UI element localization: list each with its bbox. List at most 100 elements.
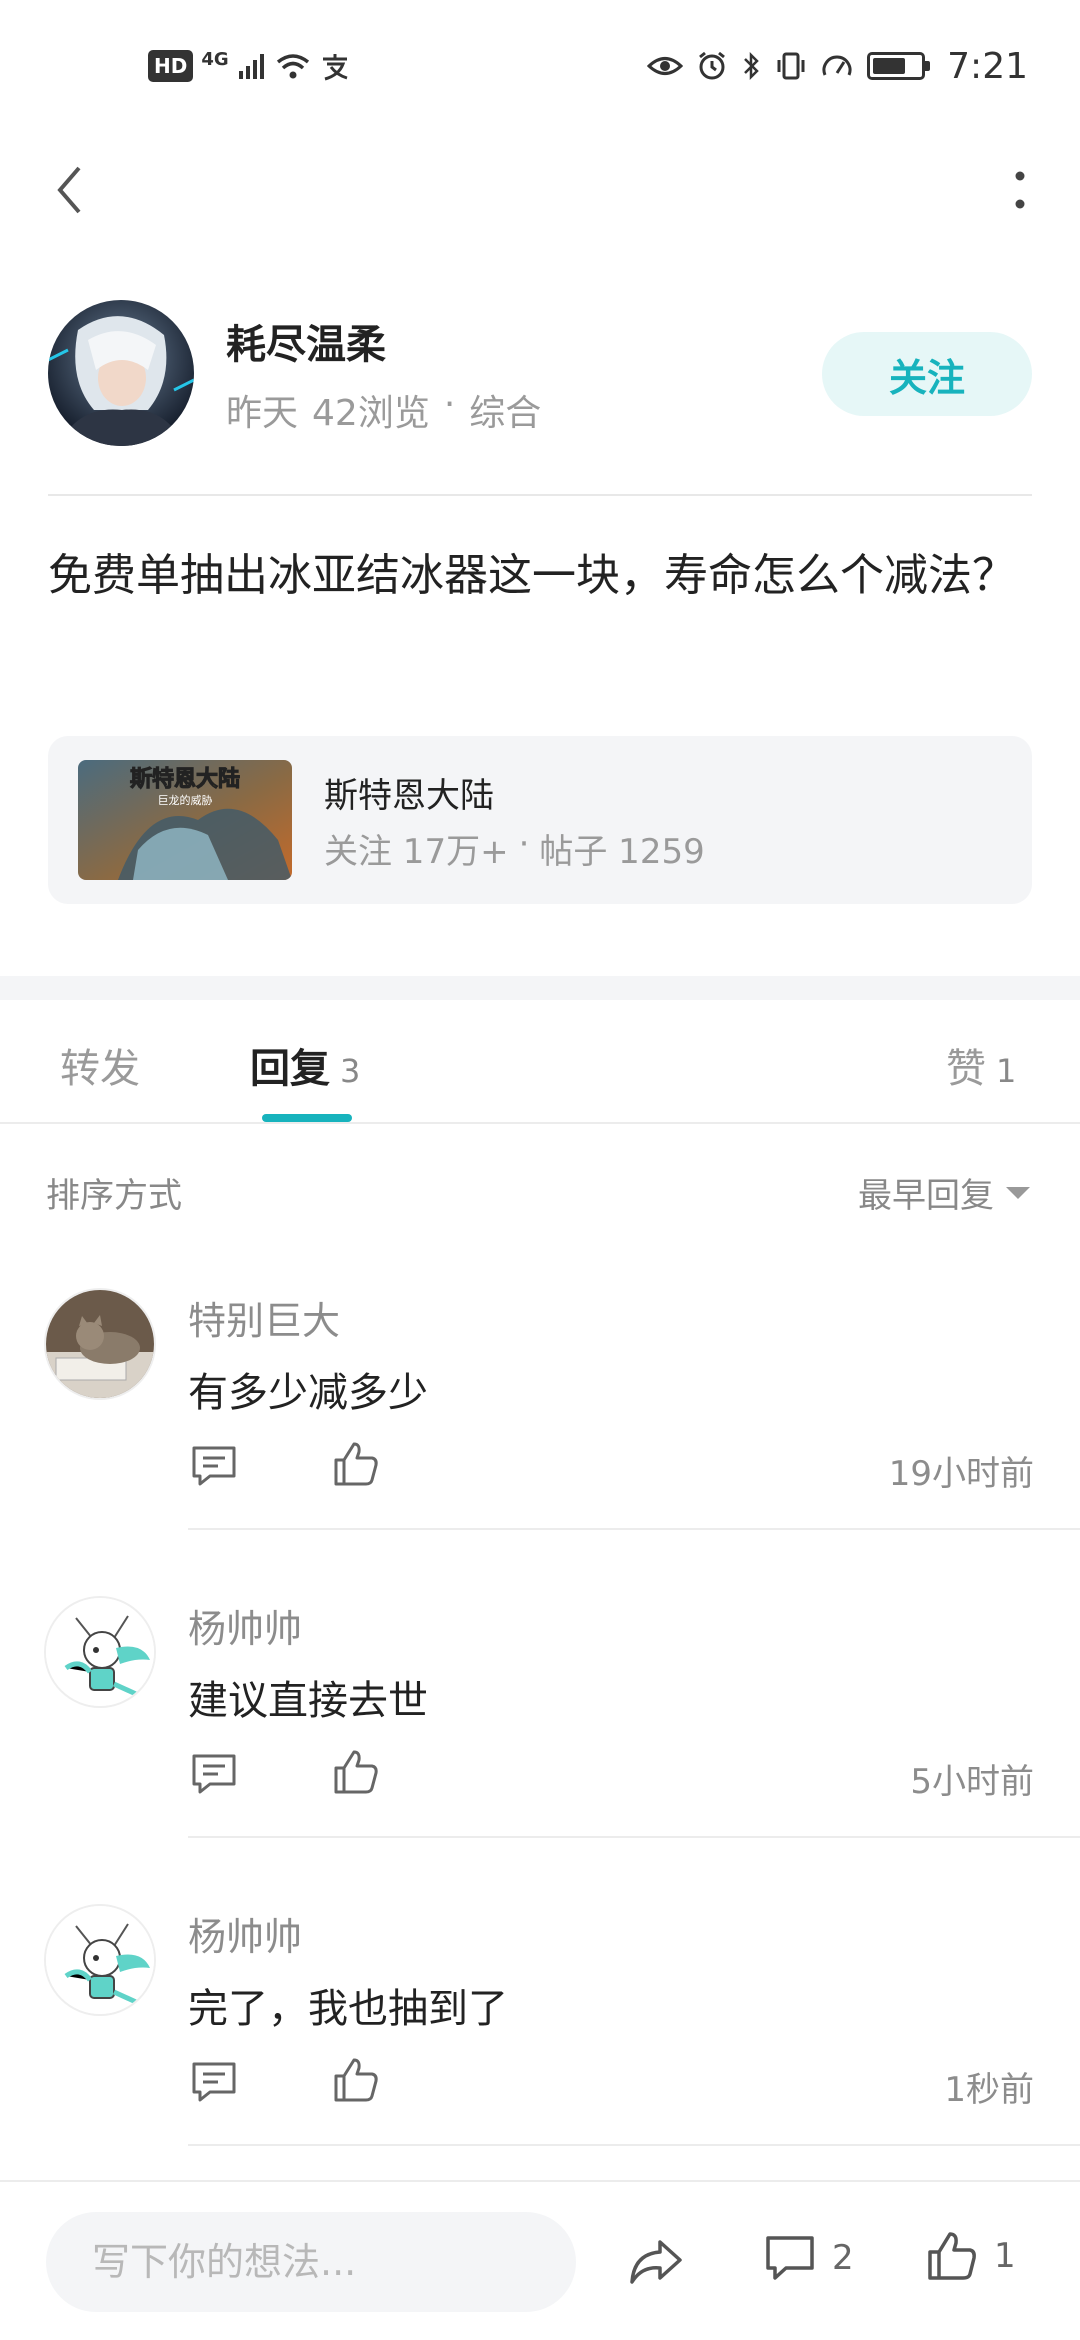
sort-dropdown[interactable]: 最早回复 (858, 1168, 1030, 1217)
commenter-avatar[interactable] (44, 1904, 156, 2016)
author-name[interactable]: 耗尽温柔 (226, 312, 386, 370)
reply-button[interactable] (188, 1748, 240, 1800)
commenter-avatar[interactable] (44, 1288, 156, 1400)
status-right: 7:21 (647, 44, 1028, 88)
tab-forward[interactable]: 转发 (60, 1036, 140, 1094)
like-button[interactable] (330, 2054, 382, 2106)
alarm-icon (699, 51, 726, 80)
forum-followers: 关注 17万+ (324, 832, 509, 872)
clock: 7:21 (947, 45, 1028, 87)
comment-input[interactable] (46, 2212, 576, 2312)
comment-item: 杨帅帅 建议直接去世 5小时前 (0, 1596, 1080, 1906)
comment-count: 2 (832, 2238, 854, 2278)
share-icon (630, 2240, 682, 2284)
comments-button[interactable]: 2 (762, 2230, 854, 2286)
commenter-avatar[interactable] (44, 1596, 156, 1708)
commenter-avatar-image (46, 1290, 154, 1398)
comment-time: 5小时前 (910, 1762, 1034, 1802)
comment-divider (188, 1528, 1080, 1530)
comment-item: 特别巨大 有多少减多少 19小时前 (0, 1288, 1080, 1598)
eye-icon (647, 57, 684, 75)
alipay-icon (322, 54, 348, 81)
bluetooth-icon (744, 51, 759, 81)
comment-text: 有多少减多少 (188, 1370, 428, 1416)
tab-replies[interactable]: 回复 3 (250, 1036, 360, 1094)
vibrate-icon (777, 52, 805, 80)
divider (48, 494, 1032, 496)
sort-row: 排序方式 最早回复 (0, 1160, 1080, 1216)
like-post-button[interactable]: 1 (924, 2228, 1016, 2284)
view-count: 42浏览 (312, 393, 430, 434)
reply-button[interactable] (188, 1440, 240, 1492)
comment-icon (192, 1754, 236, 1794)
top-bar (0, 150, 1080, 230)
thumbs-up-icon (928, 2232, 976, 2280)
comment-icon (192, 2062, 236, 2102)
signal-icon (238, 54, 264, 79)
reply-button[interactable] (188, 2056, 240, 2108)
forum-thumb-title: 斯特恩大陆 (130, 766, 240, 792)
more-button[interactable] (990, 160, 1050, 220)
comment-time: 1秒前 (944, 2070, 1034, 2110)
comment-input-wrapper (46, 2212, 576, 2312)
forum-stats-separator: · (518, 824, 530, 864)
thumbs-up-icon (334, 1442, 378, 1486)
forum-card[interactable]: 斯特恩大陆 巨龙的威胁 斯特恩大陆 关注 17万+ · 帖子 1259 (48, 736, 1032, 904)
sort-label: 排序方式 (46, 1176, 182, 1216)
caret-down-icon (1006, 1186, 1030, 1199)
commenter-name[interactable]: 特别巨大 (188, 1290, 340, 1345)
tab-forward-label: 转发 (60, 1046, 140, 1092)
battery-level (873, 58, 906, 74)
author-avatar[interactable] (48, 300, 194, 446)
like-button[interactable] (330, 1438, 382, 1490)
post-meta: 昨天 42浏览 · 综合 (226, 384, 541, 436)
tab-replies-label: 回复 (250, 1046, 330, 1092)
forum-posts: 帖子 1259 (539, 832, 705, 872)
tab-replies-count: 3 (340, 1052, 361, 1090)
follow-button[interactable]: 关注 (822, 332, 1032, 416)
post-category[interactable]: 综合 (469, 384, 541, 436)
commenter-name[interactable]: 杨帅帅 (188, 1906, 302, 1961)
comment-divider (188, 2144, 1080, 2146)
more-vertical-icon (1015, 171, 1025, 209)
forum-name: 斯特恩大陆 (324, 776, 494, 816)
comment-icon (192, 1446, 236, 1486)
chevron-left-icon (57, 166, 81, 214)
status-left: HD 4G (148, 44, 351, 88)
status-bar: HD 4G 7:21 (0, 0, 1080, 130)
section-separator (0, 976, 1080, 1000)
comment-text: 完了，我也抽到了 (188, 1986, 508, 2032)
battery-icon (867, 52, 931, 80)
back-button[interactable] (40, 160, 100, 220)
forum-thumbnail-image: 斯特恩大陆 巨龙的威胁 (78, 760, 292, 880)
tab-bar: 转发 回复 3 赞 1 (0, 1000, 1080, 1124)
thumbs-up-icon (334, 1750, 378, 1794)
network-type: 4G (201, 48, 229, 70)
active-tab-indicator (262, 1114, 352, 1122)
comment-time: 19小时前 (888, 1454, 1034, 1494)
comment-bubble-icon (766, 2236, 814, 2280)
like-button[interactable] (330, 1746, 382, 1798)
comment-divider (188, 1836, 1080, 1838)
author-header: 耗尽温柔 昨天 42浏览 · 综合 关注 (48, 298, 1032, 448)
comment-item: 杨帅帅 完了，我也抽到了 1秒前 (0, 1904, 1080, 2214)
tab-likes-label: 赞 (946, 1046, 986, 1092)
comment-text: 建议直接去世 (188, 1678, 428, 1724)
sort-value: 最早回复 (858, 1176, 994, 1216)
post-title: 免费单抽出冰亚结冰器这一块，寿命怎么个减法？ (48, 550, 1016, 601)
forum-stats: 关注 17万+ · 帖子 1259 (324, 824, 705, 873)
thumbs-up-icon (334, 2058, 378, 2102)
author-avatar-image (48, 300, 194, 446)
forum-thumbnail: 斯特恩大陆 巨龙的威胁 (78, 760, 292, 880)
share-button[interactable] (626, 2232, 686, 2292)
bottom-action-bar: 2 1 (0, 2180, 1080, 2340)
like-count: 1 (994, 2236, 1016, 2276)
forum-thumb-subtitle: 巨龙的威胁 (158, 793, 213, 807)
meta-separator: · (443, 384, 456, 425)
commenter-avatar-image (46, 1906, 154, 2014)
tab-likes-count: 1 (996, 1052, 1017, 1090)
speed-icon (822, 55, 852, 76)
tab-likes[interactable]: 赞 1 (946, 1036, 1016, 1094)
post-time: 昨天 (226, 393, 299, 434)
commenter-name[interactable]: 杨帅帅 (188, 1598, 302, 1653)
